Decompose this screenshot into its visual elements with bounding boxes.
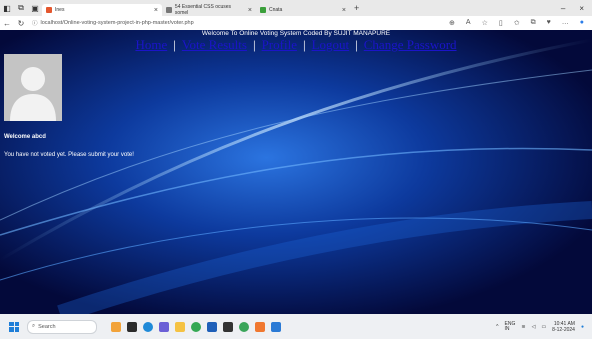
url-field[interactable]: ⓘ localhost/Online-voting-system-project… [32,19,194,27]
clock-time: 10:41 AM [553,320,575,327]
battery-icon[interactable]: ▭ [541,324,546,330]
chat-icon[interactable] [159,321,169,332]
back-icon[interactable]: ← [0,19,14,28]
edge-icon[interactable] [143,321,153,332]
clock[interactable]: 10:41 AM 8-12-2024 [552,321,575,333]
tab-label: 54 Essential CSS ocuses somel [174,4,232,16]
tab-label: Ines [55,7,65,13]
tab-active[interactable]: Ines × [42,4,162,16]
system-tray: ^ ENG IN ≋ ◁ ▭ 10:41 AM 8-12-2024 ● [496,321,592,333]
read-aloud-icon[interactable]: A [466,19,471,27]
url-text: localhost/Online-voting-system-project-i… [40,20,194,26]
notification-icon[interactable]: ● [581,324,584,330]
tray-chevron-icon[interactable]: ^ [496,324,498,330]
extensions-icon[interactable]: ♥ [547,19,551,27]
wifi-icon[interactable]: ≋ [521,324,525,330]
close-window-icon[interactable]: × [579,4,584,13]
nav-logout-link[interactable]: Logout [312,37,350,52]
sublime-icon[interactable] [255,321,265,332]
wallpaper-background [0,30,592,314]
xampp-icon[interactable] [239,321,249,332]
main-nav: Home | Vote Results | Profile | Logout | Change … [0,37,592,53]
tab-other[interactable]: Cnata × [256,4,350,16]
tab-close-icon[interactable]: × [342,7,346,14]
nav-separator: | [355,37,358,52]
nav-profile-link[interactable]: Profile [262,37,297,52]
language-indicator[interactable]: ENG IN [505,321,516,332]
page-viewport: Welcome To Online Voting System Coded By… [0,30,592,314]
start-menu-icon[interactable] [9,321,19,332]
file-explorer-icon[interactable] [175,321,185,332]
avatar [4,54,62,121]
refresh-icon[interactable]: ↻ [14,19,28,28]
taskbar-apps [111,321,281,332]
nav-separator: | [302,37,306,52]
nav-home-link[interactable]: Home [135,37,167,52]
chrome-icon[interactable] [191,321,201,332]
tab-css[interactable]: 54 Essential CSS ocuses somel × [162,4,256,16]
volume-icon[interactable]: ◁ [532,324,536,330]
info-icon[interactable]: ⓘ [32,19,38,27]
tab-favicon-icon [46,7,52,13]
search-label: Search [38,323,56,330]
nav-change-password-link[interactable]: Change Password [364,37,457,52]
tab-actions-icon[interactable]: ▣ [28,0,42,16]
nav-vote-results-link[interactable]: Vote Results [182,37,247,52]
collections-icon[interactable]: ⧉ [14,0,28,16]
collections-toolbar-icon[interactable]: ⧉ [531,19,536,27]
widgets-icon[interactable] [111,321,121,332]
more-menu-icon[interactable]: … [562,19,569,27]
address-bar: ← ↻ ⓘ localhost/Online-voting-system-pro… [0,16,592,31]
window-controls: – × [561,4,592,13]
tab-close-icon[interactable]: × [154,7,158,14]
nav-separator: | [252,37,256,52]
new-tab-button[interactable]: + [354,3,359,13]
windows-taskbar: ⌕ Search ^ ENG IN ≋ ◁ ▭ 10:41 AM 8-12-20… [0,314,592,339]
user-silhouette-icon [10,67,56,121]
search-icon: ⌕ [32,323,36,329]
split-screen-icon[interactable]: ▯ [499,19,503,27]
task-view-icon[interactable] [127,321,137,332]
taskbar-search[interactable]: ⌕ Search [27,319,97,334]
vote-status-message: You have not voted yet. Please submit yo… [4,152,134,158]
tab-favicon-icon [260,7,266,13]
minimize-icon[interactable]: – [561,4,565,13]
tab-favicon-icon [166,7,172,13]
favorite-star-icon[interactable]: ☆ [482,19,488,27]
clock-date: 8-12-2024 [552,326,575,333]
store-icon[interactable] [207,321,217,332]
mail-icon[interactable] [223,321,233,332]
welcome-user-text: Welcome abcd [4,134,46,140]
favorites-icon[interactable]: ✩ [514,19,520,27]
zoom-icon[interactable]: ⊕ [449,19,455,27]
vscode-icon[interactable] [271,321,281,332]
edge-profile-icon[interactable]: ◧ [0,0,14,16]
tab-label: Cnata [269,7,283,13]
browser-tab-bar: ◧ ⧉ ▣ Ines × 54 Essential CSS ocuses som… [0,0,592,16]
toolbar-icons: ⊕ A ☆ ▯ ✩ ⧉ ♥ … ● [449,19,592,27]
copilot-icon[interactable]: ● [580,19,584,27]
nav-separator: | [173,37,176,52]
tab-close-icon[interactable]: × [248,7,252,14]
